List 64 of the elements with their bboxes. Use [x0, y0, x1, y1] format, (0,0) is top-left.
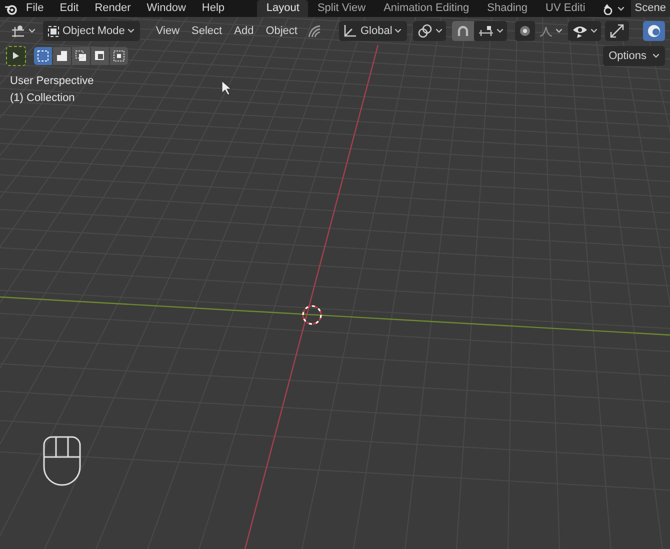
- caret-icon: [395, 29, 402, 34]
- selection-mode-button[interactable]: [72, 46, 90, 65]
- select-box-tool-button[interactable]: [6, 46, 26, 66]
- axes-icon: [343, 24, 358, 38]
- caret-icon: [618, 6, 624, 10]
- caret-icon: [128, 29, 134, 34]
- selection-mode-icon: [92, 48, 106, 63]
- options-dropdown[interactable]: Options: [602, 46, 664, 66]
- caret-icon: [556, 29, 562, 34]
- workspace-tab[interactable]: Split View: [308, 0, 375, 17]
- visibility-dropdown[interactable]: [568, 21, 600, 42]
- header-menu[interactable]: Add: [228, 21, 260, 42]
- diagonal-arrows-icon: [608, 23, 624, 40]
- caret-icon: [590, 29, 596, 34]
- selection-mode-button[interactable]: [90, 46, 108, 65]
- cursor-icon: [12, 51, 20, 60]
- eye-icon: [572, 24, 588, 38]
- proportional-edit-toggle[interactable]: [515, 21, 536, 42]
- header-menu[interactable]: View: [150, 21, 186, 42]
- gizmo-toggle[interactable]: [604, 21, 628, 42]
- workspace-tab[interactable]: Layout: [257, 0, 308, 17]
- viewport-info-text: User Perspective: [10, 74, 94, 89]
- caret-icon: [28, 29, 34, 34]
- header-menu[interactable]: Select: [186, 21, 228, 42]
- workspace-tab[interactable]: Animation Editing: [374, 0, 478, 17]
- caret-icon: [436, 29, 442, 34]
- app-logo-icon[interactable]: [4, 2, 18, 14]
- snap-toggle[interactable]: [452, 21, 474, 42]
- workspace-tab[interactable]: Shading: [478, 0, 537, 17]
- workspace-tab[interactable]: UV Editi: [536, 0, 594, 17]
- orientation-dropdown[interactable]: Global: [339, 21, 408, 42]
- overlapping-circles-icon: [646, 24, 660, 38]
- menu-item[interactable]: Help: [194, 0, 233, 17]
- caret-icon: [652, 54, 658, 58]
- falloff-curve-icon: [539, 25, 554, 38]
- target-icon: [519, 25, 532, 38]
- axes-icon: [10, 24, 26, 38]
- header-menu[interactable]: Object: [260, 21, 304, 42]
- menu-item[interactable]: Render: [86, 0, 139, 17]
- menu-item[interactable]: File: [18, 0, 52, 17]
- selection-mode-button[interactable]: [110, 46, 128, 65]
- curve-icon[interactable]: [307, 24, 322, 38]
- viewport-info-text: (1) Collection: [10, 91, 76, 106]
- selection-mode-icon: [36, 48, 50, 63]
- selection-mode-button[interactable]: [52, 46, 70, 65]
- selection-mode-icon: [54, 48, 68, 63]
- snap-target-dropdown[interactable]: [474, 21, 508, 42]
- mouse-pointer-icon: [222, 80, 232, 96]
- pivot-dropdown[interactable]: [413, 21, 446, 42]
- overlay-toggle[interactable]: [642, 21, 664, 42]
- 3d-cursor-icon: [302, 305, 322, 325]
- selection-mode-button[interactable]: [34, 46, 52, 65]
- caret-icon: [497, 29, 504, 34]
- link-rings-icon: [417, 24, 434, 38]
- selection-mode-icon: [74, 48, 88, 63]
- menu-item[interactable]: Window: [138, 0, 194, 17]
- magnet-icon: [456, 24, 470, 38]
- mouse-icon: [43, 436, 81, 486]
- snap-target-icon: [478, 25, 494, 38]
- selection-mode-icon: [112, 48, 126, 63]
- menu-item[interactable]: Edit: [52, 0, 87, 17]
- mode-dropdown[interactable]: Object Mode: [42, 21, 140, 42]
- cube-icon: [46, 24, 60, 38]
- scene-name[interactable]: Scene: [630, 0, 670, 17]
